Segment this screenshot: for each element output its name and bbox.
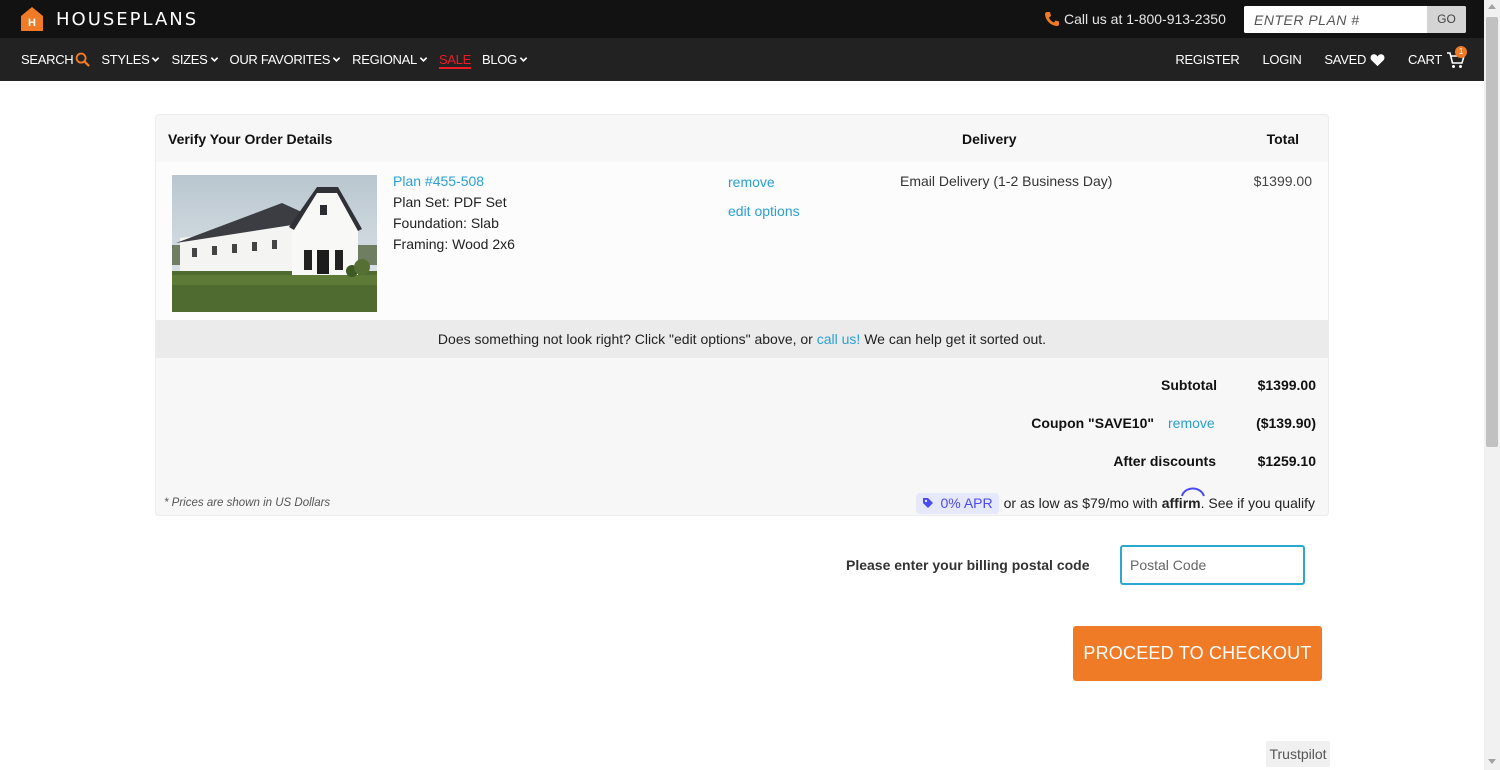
trustpilot-widget[interactable]: Trustpilot xyxy=(1266,741,1330,767)
plan-number-link[interactable]: Plan #455-508 xyxy=(393,173,484,189)
delivery-method: Email Delivery (1-2 Business Day) xyxy=(900,173,1113,189)
plan-number-input[interactable] xyxy=(1244,6,1427,33)
subtotal-value: $1399.00 xyxy=(1257,377,1316,393)
nav-saved-label: SAVED xyxy=(1324,52,1367,67)
affirm-brand: affirm xyxy=(1161,495,1201,511)
edit-options-link[interactable]: edit options xyxy=(728,203,800,219)
affirm-logo: affirm xyxy=(1161,487,1205,511)
billing-postal-label: Please enter your billing postal code xyxy=(846,557,1090,573)
nav-cart[interactable]: CART 1 xyxy=(1408,45,1467,70)
affirm-financing[interactable]: 0% APR or as low as $79/mo with affirm .… xyxy=(916,487,1315,514)
after-discounts-value: $1259.10 xyxy=(1257,453,1316,469)
chevron-down-icon xyxy=(519,57,528,62)
call-us-link[interactable]: call us! xyxy=(817,331,861,347)
nav-our-favorites[interactable]: OUR FAVORITES xyxy=(230,52,342,67)
nav-blog-label: BLOG xyxy=(481,52,517,67)
order-details-heading: Verify Your Order Details xyxy=(168,131,333,147)
call-us[interactable]: Call us at 1-800-913-2350 xyxy=(1044,11,1226,27)
order-details-card: Verify Your Order Details Delivery Total xyxy=(155,114,1329,516)
proceed-to-checkout-button[interactable]: PROCEED TO CHECKOUT xyxy=(1073,626,1322,681)
go-button[interactable]: GO xyxy=(1427,6,1466,33)
nav-regional-label: REGIONAL xyxy=(352,52,417,67)
nav-search[interactable]: SEARCH xyxy=(21,52,91,67)
search-icon xyxy=(76,52,91,67)
chevron-down-icon xyxy=(210,57,218,62)
nav-sizes[interactable]: SIZES xyxy=(171,52,218,67)
nav-sale[interactable]: SALE xyxy=(439,52,471,67)
nav-register[interactable]: REGISTER xyxy=(1175,52,1239,67)
cart-count-badge: 1 xyxy=(1455,45,1467,58)
framing-detail: Framing: Wood 2x6 xyxy=(393,236,515,252)
brand-name: HOUSEPLANS xyxy=(56,8,199,30)
scroll-up-arrow-icon[interactable] xyxy=(1488,4,1496,9)
house-logo-icon: H xyxy=(21,7,43,31)
nav-sizes-label: SIZES xyxy=(171,52,208,67)
apr-text: 0% APR xyxy=(940,495,993,511)
scroll-down-arrow-icon[interactable] xyxy=(1488,759,1496,764)
delivery-heading: Delivery xyxy=(962,131,1017,147)
nav-cart-label: CART xyxy=(1408,52,1442,67)
phone-icon xyxy=(1045,12,1059,26)
chevron-down-icon xyxy=(419,57,428,62)
top-bar: H HOUSEPLANS Call us at 1-800-913-2350 G… xyxy=(0,0,1484,38)
item-price: $1399.00 xyxy=(1253,173,1312,189)
postal-code-input[interactable] xyxy=(1120,545,1305,585)
nav-login[interactable]: LOGIN xyxy=(1262,52,1301,67)
svg-text:H: H xyxy=(28,17,36,29)
chevron-down-icon xyxy=(152,57,160,62)
page-scrollbar[interactable] xyxy=(1484,0,1500,770)
main-nav: SEARCH STYLES SIZES OUR FAVORITES REGION… xyxy=(0,38,1484,81)
foundation-detail: Foundation: Slab xyxy=(393,215,499,231)
nav-styles-label: STYLES xyxy=(101,52,150,67)
scroll-thumb[interactable] xyxy=(1486,17,1498,447)
nav-styles[interactable]: STYLES xyxy=(101,52,160,67)
order-item-row: Plan #455-508 Plan Set: PDF Set Foundati… xyxy=(156,162,1328,320)
subtotal-label: Subtotal xyxy=(1161,377,1217,393)
site-logo[interactable]: H HOUSEPLANS xyxy=(21,7,198,31)
help-text-before: Does something not look right? Click "ed… xyxy=(437,331,817,347)
nav-our-favorites-label: OUR FAVORITES xyxy=(229,52,331,67)
heart-icon xyxy=(1370,53,1385,66)
chevron-down-icon xyxy=(332,57,341,62)
after-discounts-label: After discounts xyxy=(1113,453,1216,469)
affirm-qualify-link[interactable]: . See if you qualify xyxy=(1201,495,1315,511)
nav-blog[interactable]: BLOG xyxy=(482,52,528,67)
order-table-header: Verify Your Order Details Delivery Total xyxy=(156,115,1328,162)
remove-item-link[interactable]: remove xyxy=(728,174,775,190)
plan-search: GO xyxy=(1244,6,1466,33)
coupon-label: Coupon "SAVE10" xyxy=(1031,415,1154,431)
coupon-value: ($139.90) xyxy=(1256,415,1316,431)
nav-saved[interactable]: SAVED xyxy=(1324,52,1385,67)
affirm-text: or as low as $79/mo with xyxy=(1003,495,1158,511)
remove-coupon-link[interactable]: remove xyxy=(1168,415,1215,431)
call-us-text: Call us at 1-800-913-2350 xyxy=(1064,11,1226,27)
help-text-after: We can help get it sorted out. xyxy=(860,331,1047,347)
price-tag-icon xyxy=(923,498,934,508)
plan-thumbnail-image[interactable] xyxy=(172,175,377,312)
help-message: Does something not look right? Click "ed… xyxy=(156,320,1328,358)
plan-set-detail: Plan Set: PDF Set xyxy=(393,194,507,210)
affirm-arc-icon xyxy=(1180,487,1205,497)
currency-note: * Prices are shown in US Dollars xyxy=(164,497,331,509)
nav-search-label: SEARCH xyxy=(21,52,74,67)
apr-badge: 0% APR xyxy=(916,492,999,514)
total-heading: Total xyxy=(1266,131,1299,147)
nav-regional[interactable]: REGIONAL xyxy=(352,52,428,67)
